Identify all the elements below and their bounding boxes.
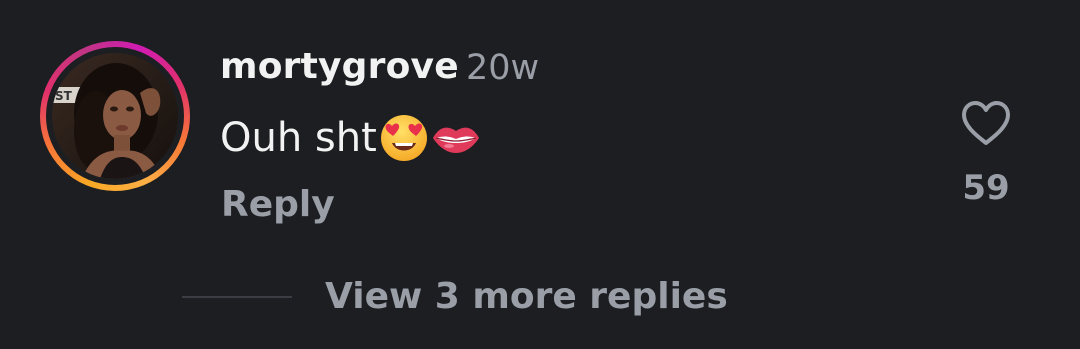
avatar-sign-text: ST — [55, 89, 73, 103]
username[interactable]: mortygrove — [220, 46, 459, 87]
like-count: 59 — [962, 168, 1010, 208]
view-more-replies-button[interactable]: View 3 more replies — [325, 276, 728, 317]
replies-divider — [182, 296, 292, 298]
avatar-photo: ST — [52, 53, 178, 179]
comment-body: Ouh sht — [220, 112, 481, 164]
comment-item: ST mortygrove 20w Ouh sht Reply 59 View … — [0, 0, 1080, 349]
comment-text: Ouh sht — [220, 115, 377, 161]
smiling-face-with-heart-eyes-emoji — [380, 115, 427, 161]
reply-button[interactable]: Reply — [221, 184, 335, 225]
comment-timestamp: 20w — [466, 48, 540, 88]
lips-emoji — [432, 127, 479, 153]
avatar-story-ring[interactable]: ST — [40, 41, 190, 191]
heart-icon[interactable] — [958, 96, 1014, 152]
avatar[interactable]: ST — [52, 53, 178, 179]
